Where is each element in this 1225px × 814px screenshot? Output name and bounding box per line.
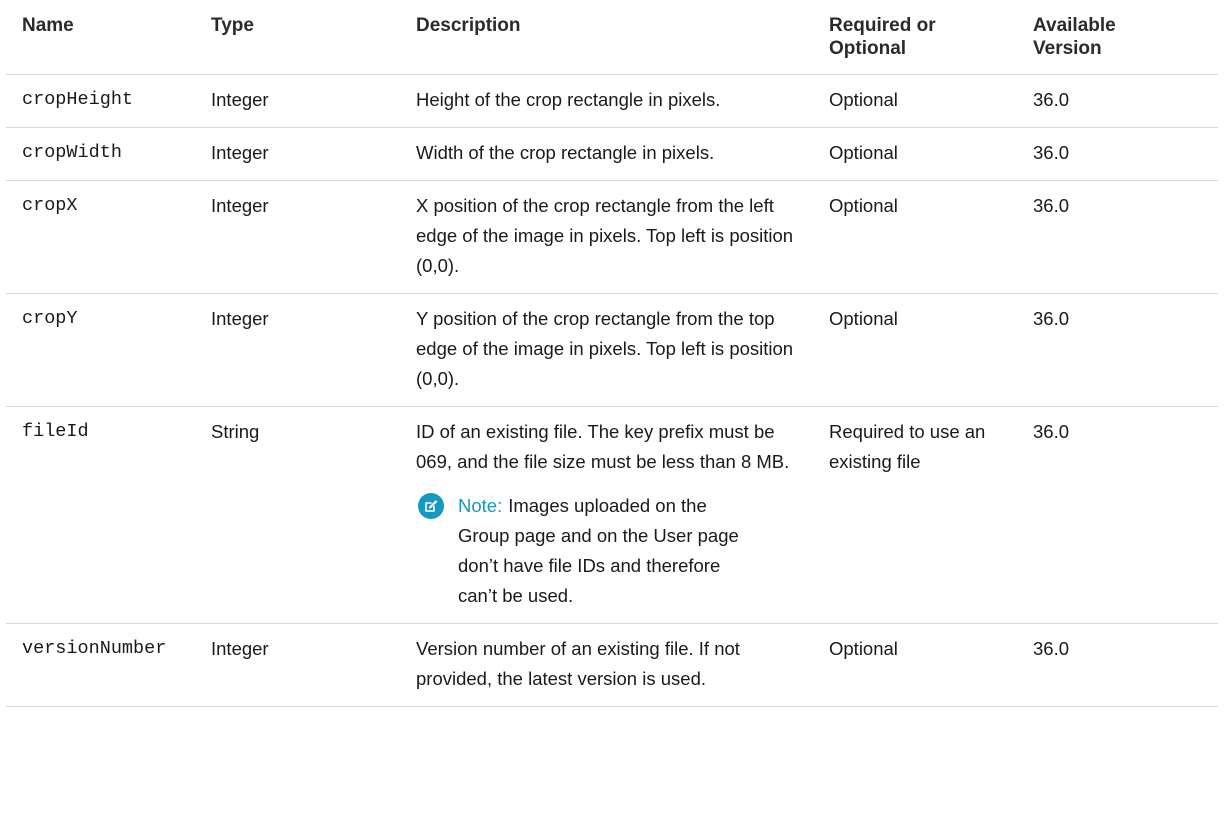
param-version: 36.0 (1017, 74, 1218, 128)
param-name: cropX (6, 180, 195, 294)
header-description: Description (400, 0, 813, 75)
param-description: Version number of an existing file. If n… (400, 623, 813, 707)
param-required: Optional (813, 127, 1017, 181)
param-name: cropY (6, 293, 195, 407)
note-label: Note: (458, 495, 503, 516)
param-name: fileId (6, 406, 195, 624)
header-required: Required or Optional (813, 0, 1017, 75)
header-type: Type (195, 0, 400, 75)
table-row: cropY Integer Y position of the crop rec… (6, 293, 1218, 407)
note-body: Note: Images uploaded on the Group page a… (458, 491, 758, 611)
parameters-table: Name Type Description Required or Option… (6, 0, 1218, 707)
param-type: Integer (195, 127, 400, 181)
note-callout: Note: Images uploaded on the Group page a… (416, 491, 805, 611)
param-description: ID of an existing file. The key prefix m… (416, 421, 790, 472)
param-type: String (195, 406, 400, 624)
table-row: cropHeight Integer Height of the crop re… (6, 74, 1218, 128)
table-row: cropWidth Integer Width of the crop rect… (6, 127, 1218, 181)
table-body: cropHeight Integer Height of the crop re… (6, 74, 1218, 707)
param-description: Y position of the crop rectangle from th… (400, 293, 813, 407)
header-row: Name Type Description Required or Option… (6, 0, 1218, 75)
param-description: X position of the crop rectangle from th… (400, 180, 813, 294)
table-header: Name Type Description Required or Option… (6, 0, 1218, 75)
param-type: Integer (195, 623, 400, 707)
param-version: 36.0 (1017, 623, 1218, 707)
param-version: 36.0 (1017, 406, 1218, 624)
param-description-cell: ID of an existing file. The key prefix m… (400, 406, 813, 624)
param-type: Integer (195, 74, 400, 128)
header-version: Available Version (1017, 0, 1218, 75)
param-version: 36.0 (1017, 293, 1218, 407)
param-required: Required to use an existing file (813, 406, 1017, 624)
param-type: Integer (195, 180, 400, 294)
param-description: Height of the crop rectangle in pixels. (400, 74, 813, 128)
header-name: Name (6, 0, 195, 75)
param-required: Optional (813, 623, 1017, 707)
table-row: versionNumber Integer Version number of … (6, 623, 1218, 707)
param-type: Integer (195, 293, 400, 407)
param-required: Optional (813, 74, 1017, 128)
table-row: cropX Integer X position of the crop rec… (6, 180, 1218, 294)
param-version: 36.0 (1017, 127, 1218, 181)
param-version: 36.0 (1017, 180, 1218, 294)
param-name: cropHeight (6, 74, 195, 128)
param-description: Width of the crop rectangle in pixels. (400, 127, 813, 181)
param-name: versionNumber (6, 623, 195, 707)
param-name: cropWidth (6, 127, 195, 181)
param-required: Optional (813, 293, 1017, 407)
edit-note-icon (418, 493, 444, 519)
table-row: fileId String ID of an existing file. Th… (6, 406, 1218, 624)
param-required: Optional (813, 180, 1017, 294)
